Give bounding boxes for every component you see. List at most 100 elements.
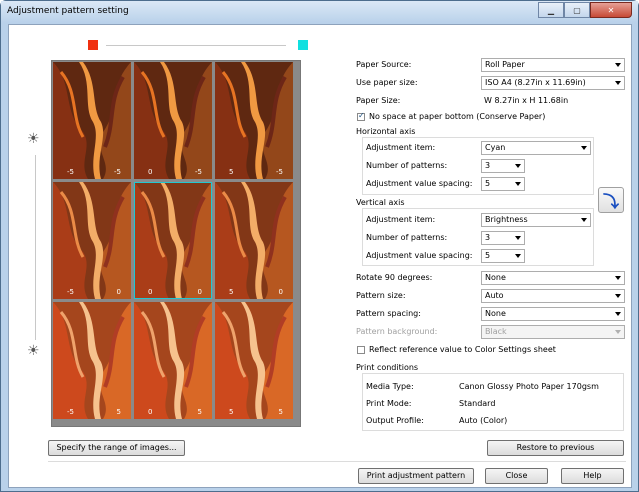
maximize-icon: ▢ — [573, 5, 581, 15]
v-adjustment-item-value: Brightness — [485, 215, 528, 224]
pattern-tile[interactable]: 05 — [134, 302, 212, 419]
pattern-spacing-label: Pattern spacing: — [356, 309, 421, 318]
left-color-square — [88, 40, 98, 50]
horizontal-axis-line — [106, 45, 286, 46]
v-adjustment-item-label: Adjustment item: — [366, 215, 436, 224]
print-pattern-button[interactable]: Print adjustment pattern — [358, 468, 474, 484]
reflect-label: Reflect reference value to Color Setting… — [369, 345, 556, 354]
v-number-patterns-value: 3 — [485, 233, 491, 242]
tile-value-right: -5 — [195, 168, 202, 176]
right-color-square — [298, 40, 308, 50]
title-bar[interactable]: Adjustment pattern setting ▁ ▢ ✕ — [1, 1, 638, 23]
minimize-icon: ▁ — [547, 5, 555, 15]
pattern-tile[interactable]: 5 -5 — [215, 62, 293, 179]
chevron-down-icon — [581, 218, 587, 222]
paper-source-label: Paper Source: — [356, 60, 412, 69]
v-spacing-label: Adjustment value spacing: — [366, 251, 473, 260]
horizontal-axis-label: Horizontal axis — [356, 127, 416, 136]
help-button[interactable]: Help — [561, 468, 624, 484]
pattern-spacing-dropdown[interactable]: None — [481, 307, 625, 321]
h-spacing-label: Adjustment value spacing: — [366, 179, 473, 188]
footer-divider — [48, 461, 626, 462]
h-adjustment-item-label: Adjustment item: — [366, 143, 436, 152]
h-adjustment-item-dropdown[interactable]: Cyan — [481, 141, 591, 155]
no-space-checkbox[interactable] — [357, 111, 365, 121]
maximize-button[interactable]: ▢ — [564, 2, 590, 18]
restore-button[interactable]: Restore to previous — [487, 440, 624, 456]
pattern-tile[interactable]: -5 0 — [53, 182, 131, 299]
h-number-patterns-dropdown[interactable]: 3 — [481, 159, 525, 173]
chevron-down-icon — [515, 164, 521, 168]
pattern-preview[interactable]: -5 -5 0 -5 5 -5 -5 0 0 0 5 0 -5 5 0 5 5 5 — [51, 60, 301, 427]
tile-value-right: 5 — [116, 408, 121, 416]
close-window-button[interactable]: ✕ — [590, 2, 632, 18]
brightness-icon: ☀ — [27, 131, 40, 147]
tile-value-right: -5 — [114, 168, 121, 176]
v-number-patterns-dropdown[interactable]: 3 — [481, 231, 525, 245]
rotate-dropdown[interactable]: None — [481, 271, 625, 285]
canyon-photo — [53, 302, 131, 419]
canyon-photo — [53, 182, 131, 299]
vertical-axis-line — [35, 155, 36, 340]
pattern-tile[interactable]: -5 -5 — [53, 62, 131, 179]
v-adjustment-item-dropdown[interactable]: Brightness — [481, 213, 591, 227]
pattern-tile[interactable]: 50 — [215, 182, 293, 299]
specify-range-button[interactable]: Specify the range of images... — [48, 440, 185, 456]
pattern-background-dropdown: Black — [481, 325, 625, 339]
rotate-label: Rotate 90 degrees: — [356, 273, 433, 282]
close-icon: ✕ — [607, 5, 615, 15]
chevron-down-icon — [615, 294, 621, 298]
output-profile-label: Output Profile: — [366, 416, 424, 425]
chevron-down-icon — [515, 182, 521, 186]
dialog-window: Adjustment pattern setting ▁ ▢ ✕ ☀ ☀ -5-… — [0, 0, 639, 492]
chevron-down-icon — [515, 236, 521, 240]
pattern-tile[interactable]: 55 — [215, 302, 293, 419]
reflect-checkbox[interactable] — [357, 346, 365, 354]
tile-value-right: 0 — [116, 288, 121, 296]
chevron-down-icon — [515, 254, 521, 258]
pattern-spacing-value: None — [485, 309, 506, 318]
chevron-down-icon — [615, 330, 621, 334]
selected-pattern-highlight — [134, 182, 212, 299]
canyon-photo — [134, 62, 212, 179]
window-controls: ▁ ▢ ✕ — [538, 2, 632, 18]
canyon-photo — [215, 302, 293, 419]
v-spacing-dropdown[interactable]: 5 — [481, 249, 525, 263]
close-button[interactable]: Close — [485, 468, 548, 484]
print-mode-value: Standard — [459, 399, 496, 408]
use-paper-size-dropdown[interactable]: ISO A4 (8.27in x 11.69in) — [481, 76, 625, 90]
h-number-patterns-value: 3 — [485, 161, 491, 170]
paper-size-label: Paper Size: — [356, 96, 401, 105]
use-paper-size-value: ISO A4 (8.27in x 11.69in) — [485, 78, 586, 87]
chevron-down-icon — [615, 312, 621, 316]
paper-source-value: Roll Paper — [485, 60, 525, 69]
media-type-label: Media Type: — [366, 382, 414, 391]
swap-axes-button[interactable]: ⤵ — [598, 187, 624, 213]
minimize-button[interactable]: ▁ — [538, 2, 564, 18]
no-space-label: No space at paper bottom (Conserve Paper… — [369, 112, 546, 121]
brightness-icon: ☀ — [27, 343, 40, 359]
h-number-patterns-label: Number of patterns: — [366, 161, 448, 170]
pattern-tile[interactable]: 0 -5 — [134, 62, 212, 179]
v-spacing-value: 5 — [485, 251, 491, 260]
pattern-size-dropdown[interactable]: Auto — [481, 289, 625, 303]
tile-value-left: 5 — [229, 288, 234, 296]
dialog-client-area: ☀ ☀ -5 -5 0 -5 5 -5 -5 0 0 0 5 0 -5 5 0 5 5 5 Paper Sourc… — [8, 24, 632, 488]
h-spacing-value: 5 — [485, 179, 491, 188]
pattern-tile[interactable]: -5 5 — [53, 302, 131, 419]
print-mode-label: Print Mode: — [366, 399, 412, 408]
tile-value-right: 0 — [278, 288, 283, 296]
tile-value-left: 5 — [229, 408, 234, 416]
media-type-value: Canon Glossy Photo Paper 170gsm — [459, 382, 599, 391]
window-title: Adjustment pattern setting — [7, 6, 129, 16]
rotate-value: None — [485, 273, 506, 282]
v-number-patterns-label: Number of patterns: — [366, 233, 448, 242]
h-adjustment-item-value: Cyan — [485, 143, 506, 152]
use-paper-size-label: Use paper size: — [356, 78, 418, 87]
h-spacing-dropdown[interactable]: 5 — [481, 177, 525, 191]
tile-value-left: -5 — [67, 168, 74, 176]
tile-value-right: -5 — [276, 168, 283, 176]
paper-source-dropdown[interactable]: Roll Paper — [481, 58, 625, 72]
paper-size-value: W 8.27in x H 11.68in — [484, 96, 569, 105]
vertical-axis-label: Vertical axis — [356, 198, 405, 207]
